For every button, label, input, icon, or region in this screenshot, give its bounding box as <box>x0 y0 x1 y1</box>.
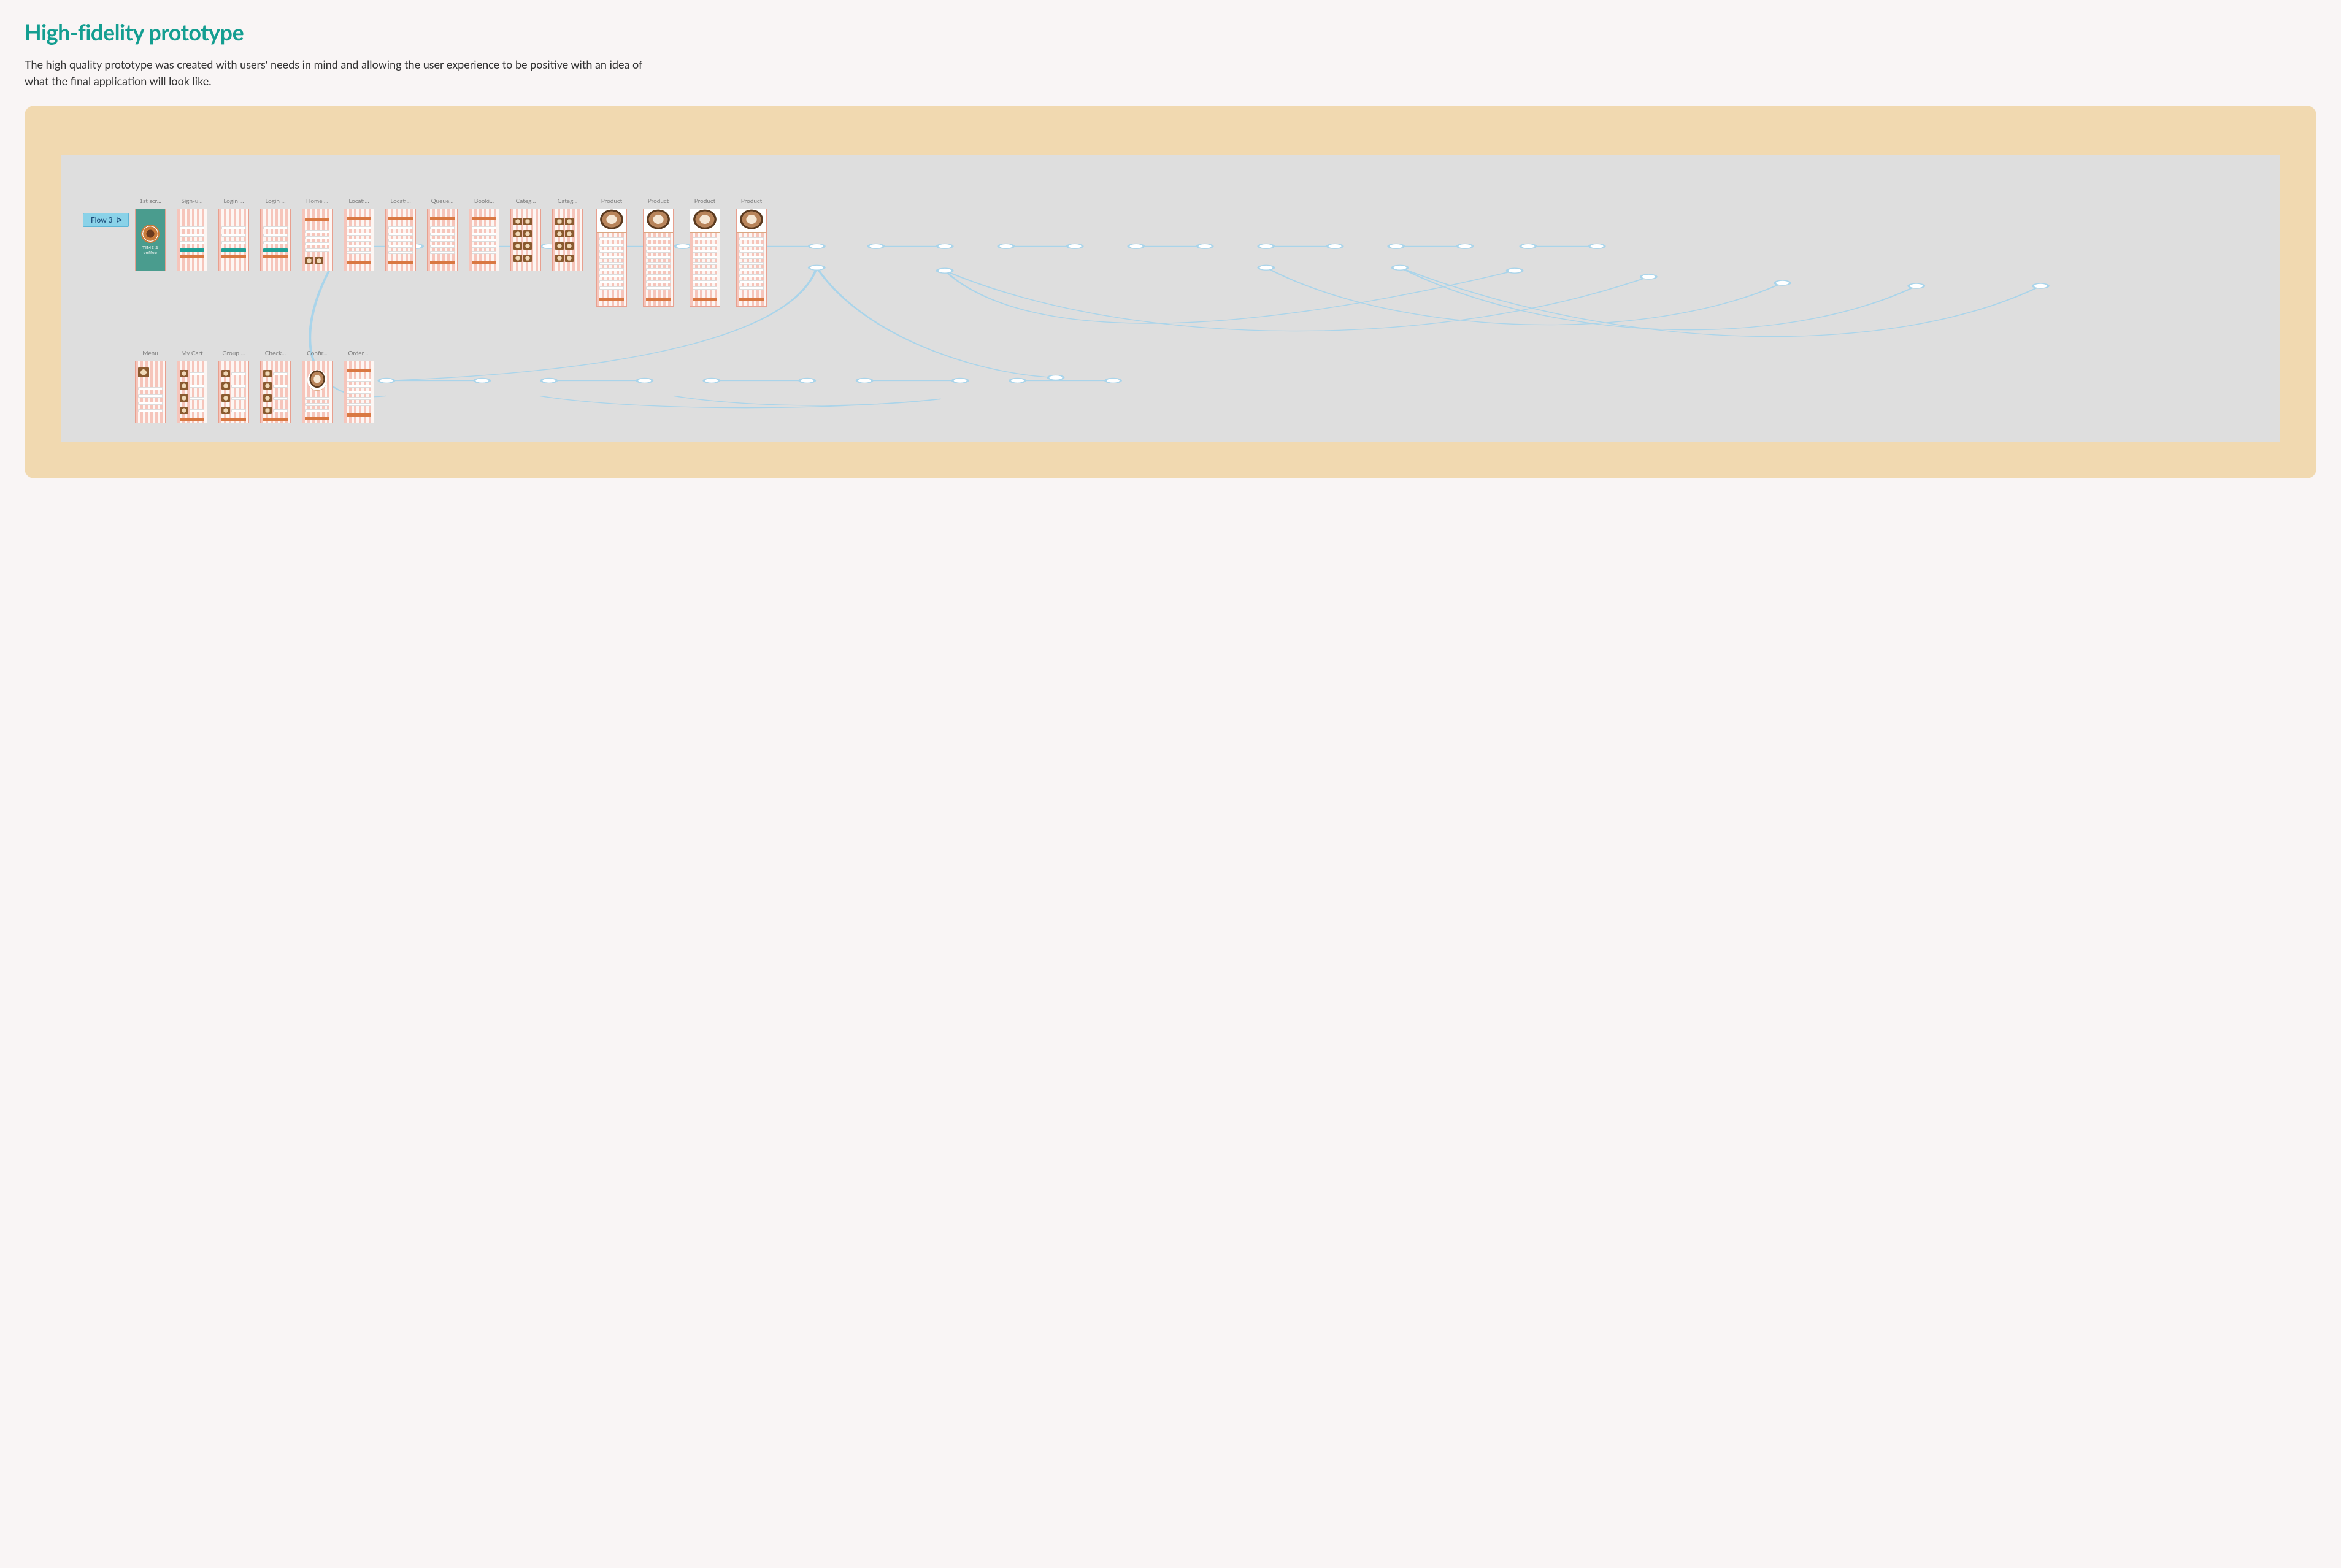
screen-frame[interactable] <box>218 361 249 423</box>
screen-label: Queue... <box>431 198 454 205</box>
screen-frame[interactable] <box>260 361 291 423</box>
screen-label: Product <box>648 198 669 205</box>
flow-badge-label: Flow 3 <box>91 215 113 225</box>
screen: 1st scr... TIME 2coffee <box>135 198 166 271</box>
screens-row-2: Menu My Cart Group ... Check... Confir... Ord… <box>135 350 2267 423</box>
prototype-frame-outer: Flow 3 <box>25 106 2316 478</box>
screen-label: Sign-u... <box>182 198 203 205</box>
screen-label: Menu <box>142 350 158 357</box>
screen-frame[interactable] <box>260 209 291 271</box>
screen-label: My Cart <box>181 350 203 357</box>
screen-label: Product <box>741 198 763 205</box>
screen-frame[interactable] <box>135 361 166 423</box>
coffee-photo <box>644 209 673 233</box>
coffee-photo <box>597 209 626 233</box>
screen-label: Categ... <box>558 198 578 205</box>
screen-frame[interactable] <box>643 209 674 307</box>
coffee-logo-icon <box>141 225 160 243</box>
screen: Login ... <box>218 198 249 271</box>
page-title: High-fidelity prototype <box>25 18 2316 45</box>
screen-frame[interactable] <box>177 209 207 271</box>
play-icon <box>117 217 122 223</box>
screen-label: Locati... <box>348 198 369 205</box>
screen-frame[interactable] <box>218 209 249 271</box>
screen-frame[interactable] <box>469 209 499 271</box>
screen-frame[interactable]: TIME 2coffee <box>135 209 166 271</box>
screen: Login ... <box>260 198 291 271</box>
screen: Home ... <box>302 198 333 271</box>
screen-label: Login ... <box>223 198 244 205</box>
screen-frame[interactable] <box>736 209 767 307</box>
screen-label: Categ... <box>516 198 536 205</box>
screen-frame[interactable] <box>344 209 374 271</box>
screen: Booki... <box>469 198 499 271</box>
screen-label: Product <box>601 198 623 205</box>
screen-frame[interactable] <box>302 361 333 423</box>
screen: Menu <box>135 350 166 423</box>
screen-frame[interactable] <box>427 209 458 271</box>
screen: My Cart <box>177 350 207 423</box>
screen-label: 1st scr... <box>139 198 161 205</box>
screen: Check... <box>260 350 291 423</box>
coffee-photo <box>690 209 720 233</box>
screen-frame[interactable] <box>344 361 374 423</box>
screen: Product <box>687 198 723 307</box>
screen-frame[interactable] <box>552 209 583 271</box>
screen: Locati... <box>385 198 416 271</box>
screen-label: Locati... <box>390 198 410 205</box>
splash-text-1: TIME 2 <box>142 245 158 250</box>
screen-label: Check... <box>265 350 286 357</box>
screen-frame[interactable] <box>690 209 720 307</box>
screen-label: Product <box>694 198 716 205</box>
screen-frame[interactable] <box>177 361 207 423</box>
screen-frame[interactable] <box>510 209 541 271</box>
screen: Product <box>640 198 676 307</box>
screen: Locati... <box>344 198 374 271</box>
screen: Group ... <box>218 350 249 423</box>
flow-badge[interactable]: Flow 3 <box>83 213 129 227</box>
screen-label: Booki... <box>474 198 494 205</box>
screen: Confir... <box>302 350 333 423</box>
screen-label: Order ... <box>348 350 369 357</box>
screen: Sign-u... <box>177 198 207 271</box>
screen: Order ... <box>344 350 374 423</box>
screen: Categ... <box>510 198 541 271</box>
screen-label: Login ... <box>265 198 285 205</box>
screen: Product <box>734 198 769 307</box>
screen-label: Confir... <box>307 350 328 357</box>
screen-label: Group ... <box>222 350 245 357</box>
prototype-canvas: Flow 3 <box>61 155 2280 442</box>
screens-row-1: 1st scr... TIME 2coffee Sign-u... Login ...… <box>135 198 2267 307</box>
page-description: The high quality prototype was created w… <box>25 56 669 90</box>
screen: Categ... <box>552 198 583 271</box>
screen-frame[interactable] <box>302 209 333 271</box>
screen-frame[interactable] <box>596 209 627 307</box>
screen-label: Home ... <box>306 198 328 205</box>
screen-frame[interactable] <box>385 209 416 271</box>
screen: Product <box>594 198 629 307</box>
splash-text-2: coffee <box>144 250 158 255</box>
coffee-photo <box>737 209 766 233</box>
screen: Queue... <box>427 198 458 271</box>
